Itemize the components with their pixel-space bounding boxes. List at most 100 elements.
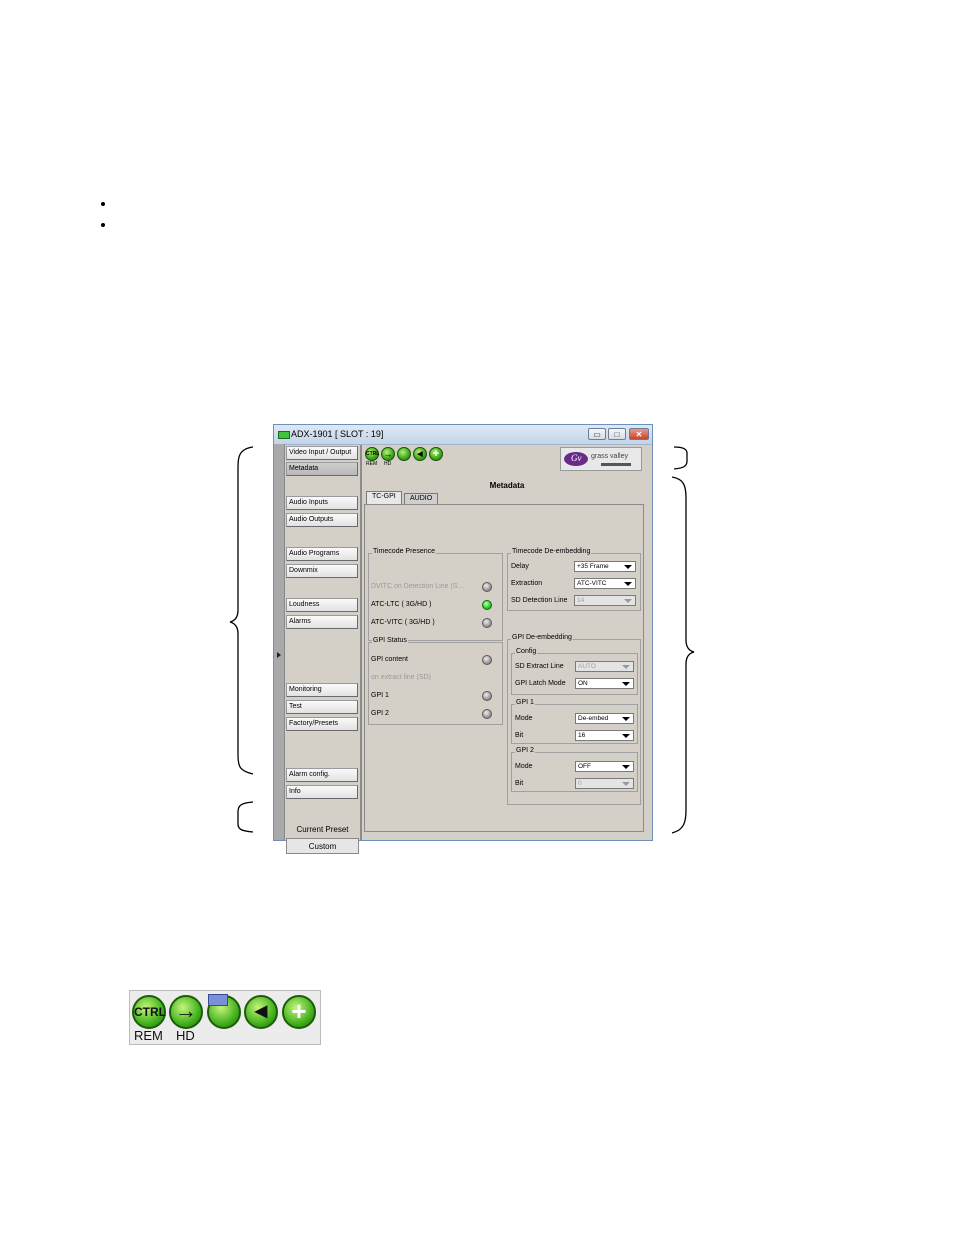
nav-downmix[interactable]: Downmix xyxy=(286,564,358,578)
delay-value: +35 Frame xyxy=(577,563,609,570)
gpi-latch-mode-select[interactable]: ON xyxy=(575,678,634,689)
gpi2-indicator xyxy=(482,709,492,719)
title-bar[interactable]: ADX-1901 [ SLOT : 19] ▭ □ ✕ xyxy=(274,425,652,445)
gpi-latch-mode-value: ON xyxy=(578,680,588,687)
minimize-button[interactable]: ▭ xyxy=(588,428,606,440)
nav-monitoring[interactable]: Monitoring xyxy=(286,683,358,697)
gpi2-bit-value: 0 xyxy=(578,780,582,787)
extract-line-label: on extract line (SD) xyxy=(371,674,431,681)
gpi2-bit-label: Bit xyxy=(515,780,524,787)
status-icons-illustration: CTRL REM → HD ◀ + xyxy=(129,990,321,1045)
gpi-content-indicator xyxy=(482,655,492,665)
chevron-down-icon xyxy=(624,565,632,569)
tab-audio[interactable]: AUDIO xyxy=(404,493,439,504)
nav-video-input-output[interactable]: Video Input / Output xyxy=(286,446,358,460)
group-title: GPI De-embedding xyxy=(511,634,573,641)
page-title: Metadata xyxy=(489,481,525,490)
gpi-content-label: GPI content xyxy=(371,656,408,663)
gpi2-mode-value: OFF xyxy=(578,763,591,770)
sd-detection-line-label: SD Detection Line xyxy=(511,597,568,604)
nav-factory-presets[interactable]: Factory/Presets xyxy=(286,717,358,731)
nav-audio-outputs[interactable]: Audio Outputs xyxy=(286,513,358,527)
atc-ltc-indicator xyxy=(482,600,492,610)
reference-icon[interactable] xyxy=(397,447,411,461)
logo-underline xyxy=(601,463,631,466)
chevron-down-icon xyxy=(624,582,632,586)
hd-label: HD xyxy=(384,461,392,467)
plus-icon[interactable]: + xyxy=(429,447,443,461)
group-title: GPI 2 xyxy=(515,747,535,754)
hd-label: HD xyxy=(176,1028,195,1043)
gpi2-mode-select[interactable]: OFF xyxy=(575,761,634,772)
close-button[interactable]: ✕ xyxy=(629,428,649,440)
gpi1-status-label: GPI 1 xyxy=(371,692,389,699)
sidebar-nav: Video Input / Output Metadata Audio Inpu… xyxy=(285,445,361,854)
dvitc-indicator xyxy=(482,582,492,592)
sd-detection-line-value: 14 xyxy=(577,597,585,604)
extraction-select[interactable]: ATC-VITC xyxy=(574,578,636,589)
ctrl-icon[interactable]: CTRL xyxy=(365,447,379,461)
tab-panel: Timecode Presence DVITC on Detection Lin… xyxy=(364,504,644,832)
logo-text: grass valley xyxy=(591,453,628,460)
expand-arrow-icon[interactable] xyxy=(277,652,281,658)
gpi2-status-label: GPI 2 xyxy=(371,710,389,717)
extraction-label: Extraction xyxy=(511,580,543,587)
timecode-deembedding-group: Timecode De-embedding Delay +35 Frame Ex… xyxy=(507,548,641,611)
gpi2-mode-label: Mode xyxy=(515,763,533,770)
collapse-bar[interactable] xyxy=(274,444,285,840)
maximize-button[interactable]: □ xyxy=(608,428,626,440)
nav-loudness[interactable]: Loudness xyxy=(286,598,358,612)
nav-test[interactable]: Test xyxy=(286,700,358,714)
gpi1-bit-value: 16 xyxy=(578,732,586,739)
gpi1-group: GPI 1 Mode De-embed Bit 16 xyxy=(511,699,638,744)
nav-info[interactable]: Info xyxy=(286,785,358,799)
atc-vitc-indicator xyxy=(482,618,492,628)
sd-detection-line-select[interactable]: 14 xyxy=(574,595,636,606)
gpi1-mode-label: Mode xyxy=(515,715,533,722)
current-preset-value[interactable]: Custom xyxy=(286,838,359,854)
ctrl-icon: CTRL xyxy=(132,995,166,1029)
nav-audio-inputs[interactable]: Audio Inputs xyxy=(286,496,358,510)
window-title: ADX-1901 [ SLOT : 19] xyxy=(291,429,384,439)
chevron-down-icon xyxy=(622,682,630,686)
group-title: GPI Status xyxy=(372,637,408,644)
current-preset-label: Current Preset xyxy=(286,822,359,837)
group-title: GPI 1 xyxy=(515,699,535,706)
group-title: Timecode Presence xyxy=(372,548,436,555)
sd-extract-line-value: AUTO xyxy=(578,663,596,670)
gpi2-group: GPI 2 Mode OFF Bit 0 xyxy=(511,747,638,792)
arrow-right-icon[interactable]: → xyxy=(381,447,395,461)
status-led-icon xyxy=(278,431,290,439)
rem-label: REM xyxy=(134,1028,163,1043)
gpi-config-group: Config SD Extract Line AUTO GPI Latch Mo… xyxy=(511,648,638,695)
nav-audio-programs[interactable]: Audio Programs xyxy=(286,547,358,561)
chevron-down-icon xyxy=(622,734,630,738)
reference-flag-icon xyxy=(208,994,228,1006)
right-bracket-toolbar xyxy=(673,446,688,470)
plus-icon: + xyxy=(282,995,316,1029)
chevron-down-icon xyxy=(622,665,630,669)
gpi1-bit-select[interactable]: 16 xyxy=(575,730,634,741)
delay-select[interactable]: +35 Frame xyxy=(574,561,636,572)
chevron-down-icon xyxy=(624,599,632,603)
gpi2-bit-select[interactable]: 0 xyxy=(575,778,634,789)
atc-ltc-label: ATC-LTC ( 3G/HD ) xyxy=(371,601,432,608)
dvitc-label: DVITC on Detection Line (S... xyxy=(371,583,464,590)
tab-tc-gpi[interactable]: TC-GPI xyxy=(366,491,402,504)
nav-metadata[interactable]: Metadata xyxy=(286,462,358,476)
gpi1-bit-label: Bit xyxy=(515,732,524,739)
speaker-icon[interactable]: ◀ xyxy=(413,447,427,461)
rem-label: REM xyxy=(366,461,378,467)
gpi-status-group: GPI Status GPI content on extract line (… xyxy=(368,637,503,725)
delay-label: Delay xyxy=(511,563,529,570)
nav-alarms[interactable]: Alarms xyxy=(286,615,358,629)
left-bracket-preset xyxy=(237,801,254,833)
sd-extract-line-select[interactable]: AUTO xyxy=(575,661,634,672)
nav-alarm-config[interactable]: Alarm config. xyxy=(286,768,358,782)
gpi1-mode-value: De-embed xyxy=(578,715,609,722)
left-bracket-nav xyxy=(229,446,254,775)
timecode-presence-group: Timecode Presence DVITC on Detection Lin… xyxy=(368,548,503,641)
gpi1-mode-select[interactable]: De-embed xyxy=(575,713,634,724)
speaker-icon: ◀ xyxy=(244,995,278,1029)
gpi1-indicator xyxy=(482,691,492,701)
